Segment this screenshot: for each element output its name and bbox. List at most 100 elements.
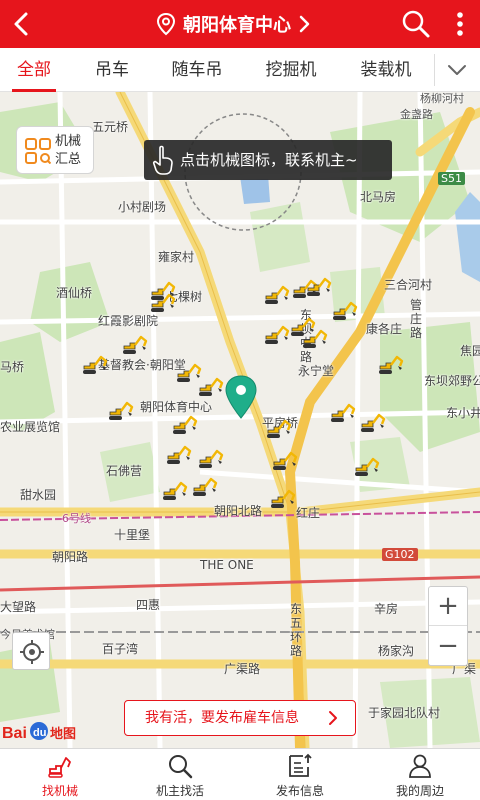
svg-text:Bai: Bai xyxy=(2,725,27,742)
map-label: 6号线 xyxy=(62,512,91,525)
back-arrow-icon[interactable] xyxy=(6,8,38,40)
map-label: 于家园北队村 xyxy=(368,706,441,720)
map-label: 朝阳体育中心 xyxy=(140,400,213,414)
map-label: 杨家沟 xyxy=(378,644,415,658)
grid-summary-icon xyxy=(25,138,51,164)
excavator-marker-icon[interactable] xyxy=(262,284,290,306)
excavator-marker-icon[interactable] xyxy=(330,300,358,322)
app-screen: 朝阳体育中心 全部 吊车 随车吊 挖掘机 装载机 五元桥 金盏路 杨柳河村 小村… xyxy=(0,0,480,800)
excavator-marker-icon[interactable] xyxy=(358,412,386,434)
locate-me-button[interactable] xyxy=(12,632,50,670)
map-label: 红庄 xyxy=(296,506,321,520)
machine-summary-label: 机械 汇总 xyxy=(55,134,82,167)
map-label: 东坝郊野公园 xyxy=(424,374,480,388)
svg-text:du: du xyxy=(33,727,46,739)
location-pin-icon xyxy=(156,12,176,36)
tab-crane[interactable]: 吊车 xyxy=(82,48,142,92)
excavator-marker-icon[interactable] xyxy=(120,334,148,356)
location-title-button[interactable]: 朝阳体育中心 xyxy=(155,10,311,38)
locate-target-icon xyxy=(20,640,44,664)
zoom-in-button[interactable]: + xyxy=(429,587,467,626)
excavator-marker-icon[interactable] xyxy=(190,476,218,498)
map-label: 永宁堂 xyxy=(298,364,335,378)
map-label: 焦园 xyxy=(460,344,480,358)
nav-owner-find-work[interactable]: 机主找活 xyxy=(120,749,240,800)
map-label: 广渠路 xyxy=(224,662,261,676)
publish-hire-button[interactable]: 我有活，要发布雇车信息 xyxy=(124,700,356,736)
page-title: 朝阳体育中心 xyxy=(183,15,291,36)
map-label: 雍家村 xyxy=(158,250,195,264)
nav-label: 机主找活 xyxy=(155,784,204,798)
user-icon xyxy=(409,754,431,778)
excavator-marker-icon[interactable] xyxy=(262,324,290,346)
excavator-marker-icon[interactable] xyxy=(352,456,380,478)
map-label: 基督教会·朝阳堂 xyxy=(98,358,186,372)
nav-publish-info[interactable]: 发布信息 xyxy=(240,749,360,800)
nav-my-nearby[interactable]: 我的周边 xyxy=(360,749,480,800)
hint-tooltip-text: 点击机械图标，联系机主~ xyxy=(180,151,358,169)
chevron-right-icon xyxy=(299,15,310,33)
map-label: 小村剧场 xyxy=(118,200,167,214)
nav-label: 我的周边 xyxy=(395,784,444,798)
tab-excavator[interactable]: 挖掘机 xyxy=(255,48,327,92)
map-label: 农业展览馆 xyxy=(0,420,61,434)
map-label: 十里堡 xyxy=(114,528,151,542)
nav-label: 发布信息 xyxy=(275,784,324,798)
excavator-marker-icon[interactable] xyxy=(376,354,404,376)
excavator-marker-icon[interactable] xyxy=(80,354,108,376)
map-label: 甜水园 xyxy=(20,488,57,502)
machine-summary-button[interactable]: 机械 汇总 xyxy=(16,126,94,174)
excavator-marker-icon[interactable] xyxy=(196,448,224,470)
chevron-right-icon xyxy=(329,711,337,725)
map-label: 马桥 xyxy=(0,360,25,374)
map-label: 百子湾 xyxy=(102,642,139,656)
excavator-marker-icon[interactable] xyxy=(268,488,296,510)
excavator-marker-icon[interactable] xyxy=(270,450,298,472)
tab-loader[interactable]: 装载机 xyxy=(350,48,422,92)
map-label: 杨柳河村 xyxy=(420,92,464,105)
excavator-marker-icon[interactable] xyxy=(170,414,198,436)
map-label: 东五环路 xyxy=(290,602,303,658)
map-label: 金盏路 xyxy=(400,108,433,121)
excavator-marker-icon[interactable] xyxy=(106,400,134,422)
search-icon[interactable] xyxy=(400,8,432,40)
map-label: 三合河村 xyxy=(384,278,433,292)
map-label: 四惠 xyxy=(136,598,161,612)
publish-hire-label: 我有活，要发布雇车信息 xyxy=(145,710,299,726)
map-label: S51 xyxy=(438,172,465,185)
document-upload-icon xyxy=(289,753,312,777)
svg-text:地图: 地图 xyxy=(50,726,76,742)
excavator-icon xyxy=(48,757,71,778)
map-label: THE ONE xyxy=(200,558,254,572)
map-label: 大望路 xyxy=(0,600,37,614)
map-label: 红霞影剧院 xyxy=(98,314,159,328)
excavator-marker-icon[interactable] xyxy=(264,418,292,440)
map-label: 康各庄 xyxy=(366,322,403,336)
excavator-marker-icon[interactable] xyxy=(300,328,328,350)
map-label: 石佛营 xyxy=(106,464,143,478)
excavator-marker-icon[interactable] xyxy=(148,292,176,314)
tabs-divider xyxy=(434,54,435,86)
more-vertical-icon[interactable] xyxy=(448,8,472,40)
map-label: G102 xyxy=(382,548,418,561)
map-label: 北马房 xyxy=(360,190,397,204)
baidu-map-logo: Bai du 地图 xyxy=(2,722,76,742)
excavator-marker-icon[interactable] xyxy=(196,376,224,398)
hint-tooltip: 点击机械图标，联系机主~ xyxy=(144,140,392,180)
bottom-navigation: 找机械 机主找活 发布信息 我的周边 xyxy=(0,748,480,800)
chevron-down-icon[interactable] xyxy=(444,58,470,82)
map-label: 东小井 xyxy=(446,406,480,420)
top-header: 朝阳体育中心 xyxy=(0,0,480,48)
map-label: 朝阳北路 xyxy=(214,504,263,518)
excavator-marker-icon[interactable] xyxy=(328,402,356,424)
tab-truck-crane[interactable]: 随车吊 xyxy=(162,48,232,92)
map-label: 管庄路 xyxy=(410,298,423,340)
tab-all[interactable]: 全部 xyxy=(4,48,64,92)
excavator-marker-icon[interactable] xyxy=(160,480,188,502)
excavator-marker-icon[interactable] xyxy=(304,276,332,298)
map-view[interactable]: 五元桥 金盏路 杨柳河村 小村剧场 S51 北马房 雍家村 七棵树 三合河村 酒… xyxy=(0,92,480,748)
zoom-out-button[interactable]: − xyxy=(429,627,467,666)
nav-find-machine[interactable]: 找机械 xyxy=(0,749,120,800)
map-label: 辛房 xyxy=(374,602,399,616)
excavator-marker-icon[interactable] xyxy=(164,444,192,466)
